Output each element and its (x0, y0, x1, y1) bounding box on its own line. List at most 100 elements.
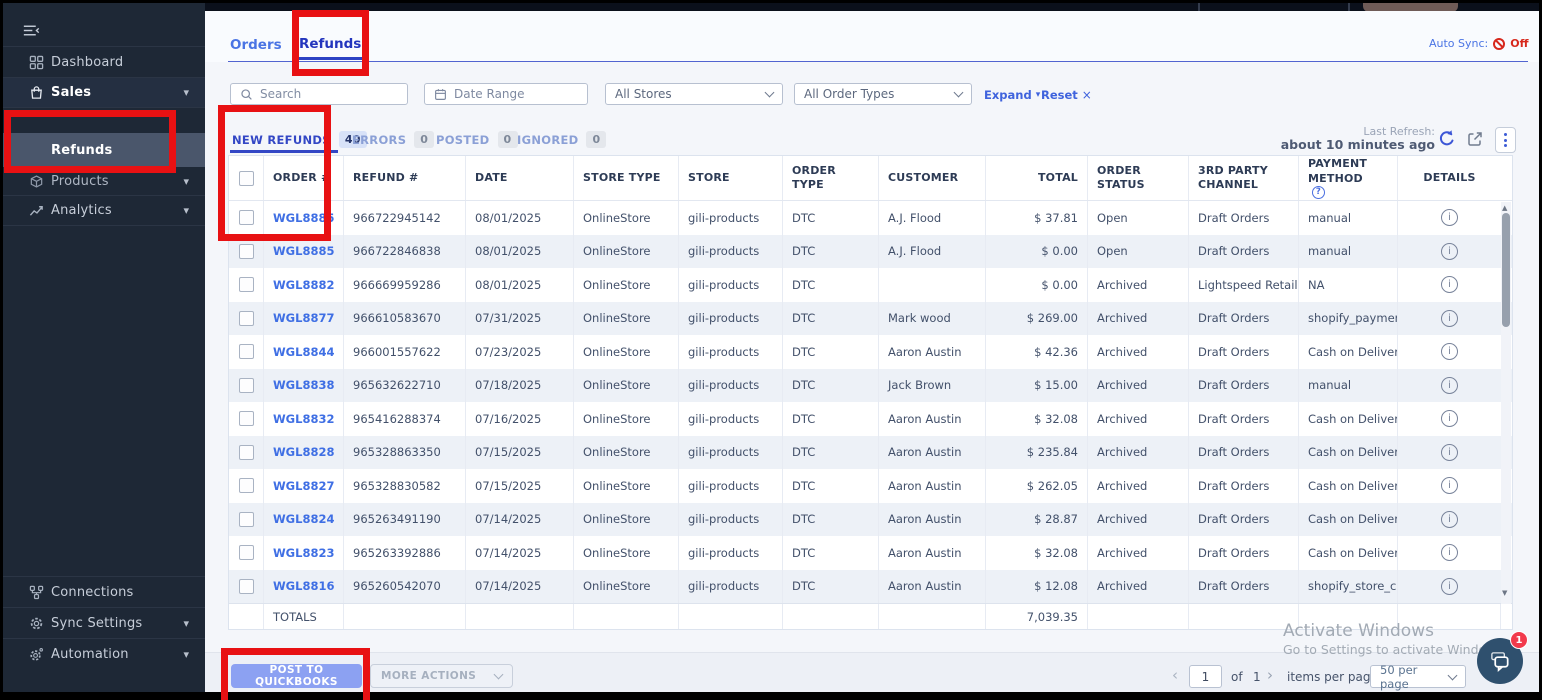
row-checkbox[interactable] (239, 512, 254, 527)
order-number-link[interactable]: WGL8824 (264, 503, 344, 537)
order-number-link[interactable]: WGL8816 (264, 570, 344, 604)
order-type-filter-select[interactable]: All Order Types (794, 83, 972, 105)
column-header-store-type[interactable]: STORE TYPE (574, 156, 679, 200)
column-header-3rd-party-channel[interactable]: 3RD PARTY CHANNEL (1189, 156, 1299, 200)
row-checkbox[interactable] (239, 545, 254, 560)
row-checkbox[interactable] (239, 478, 254, 493)
store-filter-select[interactable]: All Stores (605, 83, 783, 105)
row-checkbox[interactable] (239, 277, 254, 292)
info-icon[interactable]: i (1441, 578, 1458, 595)
sidebar-item-automation[interactable]: Automation ▾ (3, 639, 205, 669)
page-size-select[interactable]: 50 per page (1370, 665, 1466, 688)
refresh-button[interactable] (1437, 129, 1457, 153)
scroll-up-icon[interactable]: ▲ (1502, 204, 1507, 212)
column-header-refund[interactable]: REFUND # (344, 156, 466, 200)
column-header-store[interactable]: STORE (679, 156, 783, 200)
sidebar-item-dashboard[interactable]: Dashboard (3, 47, 205, 77)
tab-posted[interactable]: POSTED 0 (436, 131, 518, 148)
sidebar-item-analytics[interactable]: Analytics ▾ (3, 196, 205, 225)
column-header-order-type[interactable]: ORDER TYPE (783, 156, 879, 200)
reset-filters-button[interactable]: Reset × (1041, 88, 1092, 102)
order-status-cell: Archived (1088, 503, 1189, 537)
row-checkbox[interactable] (239, 579, 254, 594)
more-actions-dropdown[interactable]: MORE ACTIONS (370, 664, 513, 688)
tab-orders[interactable]: Orders (230, 37, 282, 53)
payment-method-cell: Cash on Delivery (... (1299, 469, 1398, 503)
sidebar-item-connections[interactable]: Connections (3, 577, 205, 607)
column-header-details[interactable]: DETAILS (1398, 156, 1501, 200)
info-icon[interactable]: i (1441, 310, 1458, 327)
info-icon[interactable]: i (1441, 343, 1458, 360)
table-scrollbar[interactable]: ▲ ▼ (1501, 202, 1511, 604)
current-page-box[interactable]: 1 (1189, 665, 1222, 688)
column-header-order[interactable]: ORDER # (264, 156, 344, 200)
analytics-chart-icon (28, 202, 45, 219)
prev-page-button[interactable]: ‹ (1172, 668, 1178, 683)
total-cell: $ 0.00 (986, 235, 1088, 269)
order-number-link[interactable]: WGL8828 (264, 436, 344, 470)
order-number-link[interactable]: WGL8882 (264, 268, 344, 302)
order-number-link[interactable]: WGL8844 (264, 335, 344, 369)
select-all-checkbox[interactable] (239, 171, 254, 186)
sidebar-item-sync-settings[interactable]: Sync Settings ▾ (3, 608, 205, 638)
column-header-order-status[interactable]: ORDER STATUS (1088, 156, 1189, 200)
row-checkbox[interactable] (239, 244, 254, 259)
info-icon[interactable]: i (1441, 377, 1458, 394)
calendar-icon (434, 88, 447, 101)
search-input[interactable] (260, 87, 398, 101)
post-to-quickbooks-button[interactable]: POST TO QUICKBOOKS (231, 664, 362, 688)
order-type-cell: DTC (783, 335, 879, 369)
order-number-link[interactable]: WGL8823 (264, 536, 344, 570)
expand-filters-button[interactable]: Expand ▾ (984, 88, 1040, 102)
tab-ignored[interactable]: IGNORED 0 (517, 131, 606, 148)
order-number-link[interactable]: WGL8885 (264, 201, 344, 235)
table-row: WGL8823 965263392886 07/14/2025 OnlineSt… (229, 536, 1512, 570)
order-number-link[interactable]: WGL8827 (264, 469, 344, 503)
info-icon[interactable]: i (1441, 444, 1458, 461)
column-header-date[interactable]: DATE (466, 156, 574, 200)
payment-method-label: PAYMENT METHOD (1308, 157, 1388, 186)
row-checkbox[interactable] (239, 210, 254, 225)
row-checkbox[interactable] (239, 411, 254, 426)
tab-errors[interactable]: ERRORS 0 (352, 131, 434, 148)
info-icon[interactable]: i (1441, 243, 1458, 260)
order-number-link[interactable]: WGL8838 (264, 369, 344, 403)
order-number-link[interactable]: WGL8885 (264, 235, 344, 269)
column-header-payment-method[interactable]: PAYMENT METHOD ? (1299, 156, 1398, 200)
info-icon[interactable]: i (1441, 209, 1458, 226)
sidebar-item-refunds[interactable]: Refunds (3, 133, 205, 167)
channel-cell: Draft Orders (1189, 469, 1299, 503)
info-icon[interactable]: i (1441, 410, 1458, 427)
row-checkbox[interactable] (239, 445, 254, 460)
info-icon[interactable]: i (1441, 544, 1458, 561)
scroll-down-icon[interactable]: ▼ (1502, 589, 1507, 597)
kebab-menu-button[interactable] (1495, 127, 1516, 153)
info-icon[interactable]: i (1441, 511, 1458, 528)
row-checkbox[interactable] (239, 344, 254, 359)
row-checkbox[interactable] (239, 311, 254, 326)
sidebar-collapse-button[interactable] (3, 15, 205, 45)
auto-sync-status[interactable]: Off (1510, 37, 1528, 50)
open-external-button[interactable] (1467, 131, 1483, 151)
details-cell: i (1398, 335, 1501, 369)
order-number-link[interactable]: WGL8832 (264, 402, 344, 436)
tab-new-refunds[interactable]: NEW REFUNDS 40 (232, 131, 367, 148)
help-icon[interactable]: ? (1312, 186, 1325, 199)
order-number-link[interactable]: WGL8877 (264, 302, 344, 336)
column-header-customer[interactable]: CUSTOMER (879, 156, 986, 200)
tab-refunds[interactable]: Refunds (299, 36, 361, 52)
column-header-total[interactable]: TOTAL (986, 156, 1088, 200)
total-cell: $ 0.00 (986, 268, 1088, 302)
date-range-field[interactable]: Date Range (424, 83, 588, 105)
scrollbar-thumb[interactable] (1502, 213, 1510, 327)
sidebar-item-sales[interactable]: Sales ▾ (3, 78, 205, 107)
row-checkbox[interactable] (239, 378, 254, 393)
info-icon[interactable]: i (1441, 276, 1458, 293)
refund-number-cell: 965632622710 (344, 369, 466, 403)
next-page-button[interactable]: › (1267, 668, 1273, 683)
sidebar-item-products[interactable]: Products ▾ (3, 167, 205, 195)
search-box[interactable] (230, 83, 408, 105)
info-icon[interactable]: i (1441, 477, 1458, 494)
sidebar-item-label: Sales (51, 85, 91, 100)
row-checkbox-cell (229, 536, 264, 570)
